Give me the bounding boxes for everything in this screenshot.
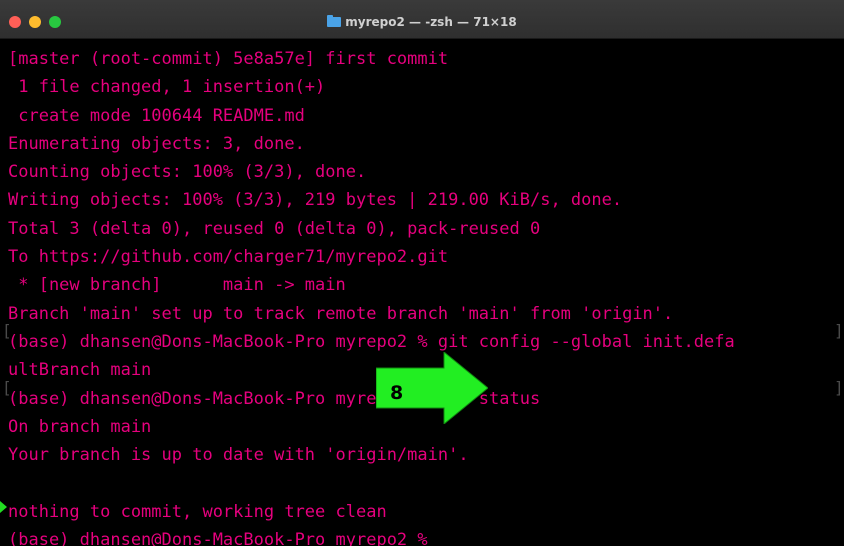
terminal-line: To https://github.com/charger71/myrepo2.… (8, 247, 449, 268)
terminal-line: 1 file changed, 1 insertion(+) (8, 77, 326, 98)
terminal-line: create mode 100644 README.md (8, 105, 305, 126)
window-title: myrepo2 — -zsh — 71×18 (345, 15, 517, 29)
cursor-marker-icon (0, 501, 7, 513)
terminal-output: [master (root-commit) 5e8a57e] first com… (8, 45, 735, 546)
terminal-line: (base) dhansen@Dons-MacBook-Pro myrepo2 … (8, 331, 735, 352)
title-bar[interactable]: myrepo2 — -zsh — 71×18 (0, 0, 844, 39)
terminal-window: myrepo2 — -zsh — 71×18 [master (root-com… (0, 0, 844, 546)
folder-icon (327, 15, 342, 27)
window-title-container: myrepo2 — -zsh — 71×18 (0, 14, 844, 30)
terminal-line: Branch 'main' set up to track remote bra… (8, 303, 674, 324)
terminal-body[interactable]: [master (root-commit) 5e8a57e] first com… (0, 39, 844, 546)
terminal-line: [master (root-commit) 5e8a57e] first com… (8, 49, 449, 69)
step-number-label: 8 (390, 382, 404, 404)
terminal-line: Counting objects: 100% (3/3), done. (8, 162, 367, 183)
terminal-line: nothing to commit, working tree clean (8, 501, 387, 522)
terminal-line: * [new branch] main -> main (8, 275, 346, 296)
terminal-line: Total 3 (delta 0), reused 0 (delta 0), p… (8, 218, 541, 239)
terminal-line: (base) dhansen@Dons-MacBook-Pro myrepo2 … (8, 388, 541, 409)
terminal-prompt[interactable]: (base) dhansen@Dons-MacBook-Pro myrepo2 … (8, 526, 735, 546)
terminal-line: On branch main (8, 416, 152, 437)
scrollbar[interactable] (836, 39, 844, 546)
terminal-line: Enumerating objects: 3, done. (8, 133, 305, 154)
terminal-line: Writing objects: 100% (3/3), 219 bytes |… (8, 190, 623, 211)
mark-bracket-left: [ (2, 378, 12, 397)
terminal-line: Your branch is up to date with 'origin/m… (8, 445, 469, 466)
terminal-line: ultBranch main (8, 360, 152, 381)
mark-bracket-left: [ (2, 321, 12, 340)
